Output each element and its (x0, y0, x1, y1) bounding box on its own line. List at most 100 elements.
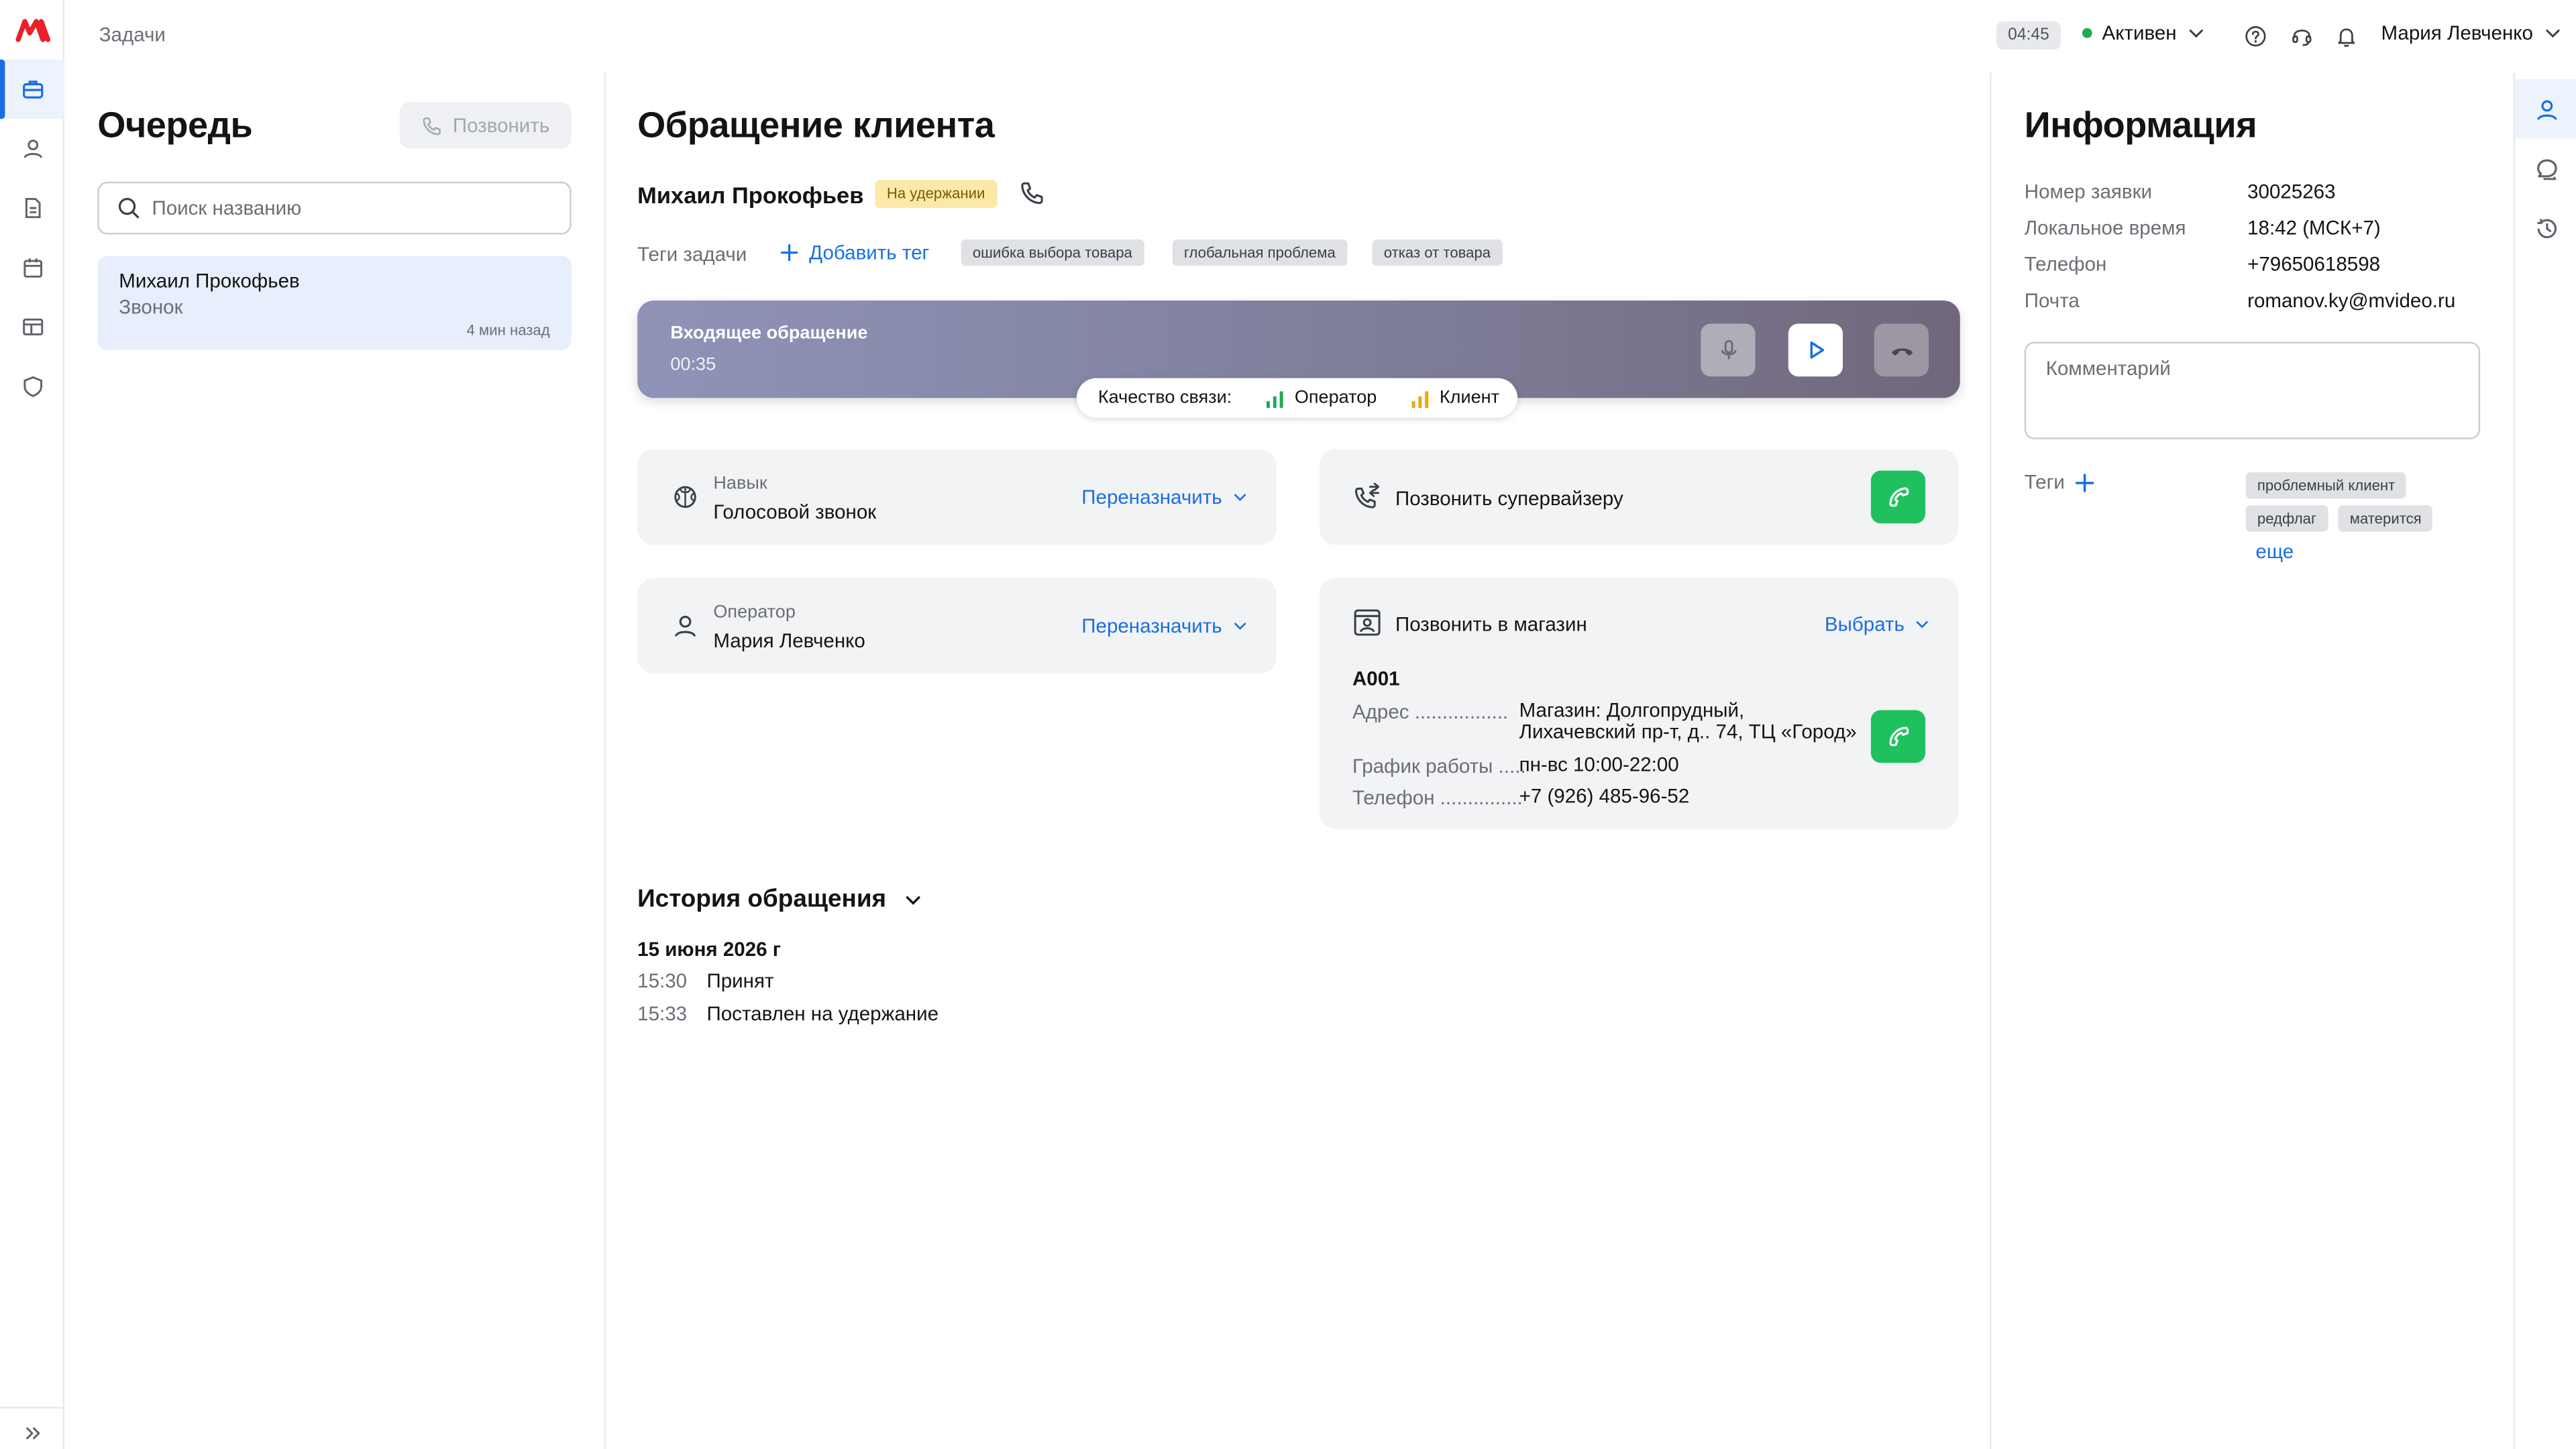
store-hours-key: График работы (1352, 754, 1493, 778)
info-key: Почта (2024, 288, 2080, 313)
more-tags-link[interactable]: еще (2255, 540, 2294, 563)
breadcrumb[interactable]: Задачи (99, 23, 166, 46)
task-tag[interactable]: ошибка выбора товара (961, 239, 1144, 266)
request-title: Обращение клиента (637, 104, 995, 146)
chat-icon (2536, 158, 2557, 180)
client-tag[interactable]: проблемный клиент (2245, 472, 2407, 499)
call-supervisor-button[interactable] (1870, 470, 1926, 524)
right-tab-chat[interactable] (2515, 139, 2576, 199)
reassign-operator-button[interactable]: Переназначить (1081, 614, 1248, 637)
plus-icon (780, 244, 798, 262)
info-key: Телефон (2024, 252, 2107, 276)
support-button[interactable] (2287, 21, 2316, 51)
queue-search[interactable] (97, 181, 572, 235)
signal-icon (1411, 390, 1428, 407)
reassign-operator-label: Переназначить (1081, 614, 1222, 638)
queue-call-button[interactable]: Позвонить (399, 102, 572, 149)
client-call-button[interactable] (1019, 180, 1045, 206)
user-icon (672, 612, 698, 639)
comment-field[interactable] (2024, 341, 2481, 439)
store-card: Позвонить в магазин Выбрать A001 Адрес .… (1319, 578, 1959, 829)
right-sidebar (2513, 72, 2576, 1449)
signal-icon (1266, 390, 1283, 407)
sidebar-item-tables[interactable] (0, 297, 64, 357)
hangup-button[interactable] (1874, 323, 1929, 377)
supervisor-card: Позвонить супервайзеру (1319, 449, 1959, 545)
sidebar-item-calendar[interactable] (0, 237, 64, 297)
chevron-down-icon (1234, 623, 1246, 630)
store-phone-key: Телефон (1352, 786, 1435, 810)
brand-logo[interactable] (15, 17, 51, 43)
microphone-icon (1720, 339, 1736, 360)
mute-button[interactable] (1701, 323, 1756, 377)
search-icon (118, 198, 140, 219)
status-dot (2082, 28, 2092, 38)
sidebar-expand-button[interactable] (0, 1407, 64, 1449)
info-value: +79650618598 (2247, 252, 2381, 276)
history-event: 15:33 Поставлен на удержание (637, 1002, 938, 1025)
queue-item[interactable]: Михаил Прокофьев Звонок 4 мин назад (97, 256, 572, 350)
resume-call-button[interactable] (1788, 323, 1843, 377)
call-store-button[interactable] (1870, 710, 1926, 763)
task-tag[interactable]: отказ от товара (1372, 239, 1503, 266)
sidebar-item-documents[interactable] (0, 178, 64, 238)
notifications-button[interactable] (2332, 21, 2361, 51)
history-event-time: 15:30 (637, 969, 688, 993)
queue-call-label: Позвонить (452, 113, 550, 138)
right-tab-history[interactable] (2515, 198, 2576, 258)
client-tags: Теги (2025, 471, 2096, 494)
status-dropdown[interactable]: Активен (2082, 21, 2206, 44)
plus-icon[interactable] (2075, 472, 2096, 493)
client-tag[interactable]: редфлаг (2245, 505, 2328, 532)
connection-quality: Качество связи: Оператор Клиент (1076, 378, 1518, 418)
task-tags-label: Теги задачи (637, 242, 747, 266)
call-duration: 00:35 (670, 355, 716, 375)
history-title: История обращения (637, 885, 887, 914)
left-sidebar (0, 0, 64, 1449)
task-tag[interactable]: глобальная проблема (1172, 239, 1348, 266)
help-button[interactable] (2241, 21, 2270, 51)
session-timer: 04:45 (1996, 21, 2061, 50)
sidebar-item-tasks[interactable] (0, 59, 64, 119)
quality-label: Качество связи: (1097, 388, 1232, 408)
operator-card: Оператор Мария Левченко Переназначить (637, 578, 1277, 674)
history-date: 15 июня 2026 г (637, 938, 782, 961)
store-label: Позвонить в магазин (1395, 612, 1587, 636)
store-icon (1352, 608, 1382, 637)
store-address-line: Магазин: Долгопрудный, (1519, 698, 1745, 722)
sidebar-item-clients[interactable] (0, 119, 64, 178)
add-tag-button[interactable]: Добавить тег (780, 241, 929, 264)
quality-operator: Оператор (1294, 388, 1377, 408)
history-icon (2536, 218, 2556, 237)
phone-icon (1021, 182, 1043, 205)
queue-item-type: Звонок (119, 295, 183, 319)
queue-item-name: Михаил Прокофьев (119, 269, 300, 292)
choose-store-label: Выбрать (1824, 612, 1904, 636)
info-value: 18:42 (МСК+7) (2247, 216, 2381, 239)
app-root: Задачи 04:45 Активен Мария Левченко Очер… (0, 0, 2576, 1449)
call-title: Входящее обращение (670, 323, 868, 343)
phone-forward-icon (1352, 482, 1382, 512)
status-label: Активен (2102, 21, 2177, 45)
search-input[interactable] (152, 196, 549, 220)
store-code: A001 (1352, 667, 1400, 690)
client-tag[interactable]: матерится (2338, 505, 2433, 532)
choose-store-button[interactable]: Выбрать (1824, 612, 1931, 636)
queue-item-time: 4 мин назад (466, 321, 550, 339)
chevron-down-icon (1234, 494, 1246, 501)
phone-icon (423, 116, 441, 135)
client-name: Михаил Прокофьев (637, 181, 864, 209)
operator-label: Оператор (713, 602, 796, 623)
history-toggle[interactable]: История обращения (637, 885, 922, 913)
info-key: Локальное время (2024, 216, 2186, 239)
right-tab-profile[interactable] (2514, 79, 2576, 139)
skill-label: Навык (713, 474, 767, 494)
sidebar-item-security[interactable] (0, 357, 64, 417)
status-badge: На удержании (875, 180, 997, 209)
reassign-skill-button[interactable]: Переназначить (1081, 486, 1248, 508)
user-icon (23, 140, 42, 158)
store-address-key: Адрес (1352, 700, 1409, 724)
comment-input[interactable] (2045, 356, 2459, 423)
user-menu[interactable]: Мария Левченко (2381, 21, 2563, 44)
history-event-text: Принят (706, 969, 774, 993)
